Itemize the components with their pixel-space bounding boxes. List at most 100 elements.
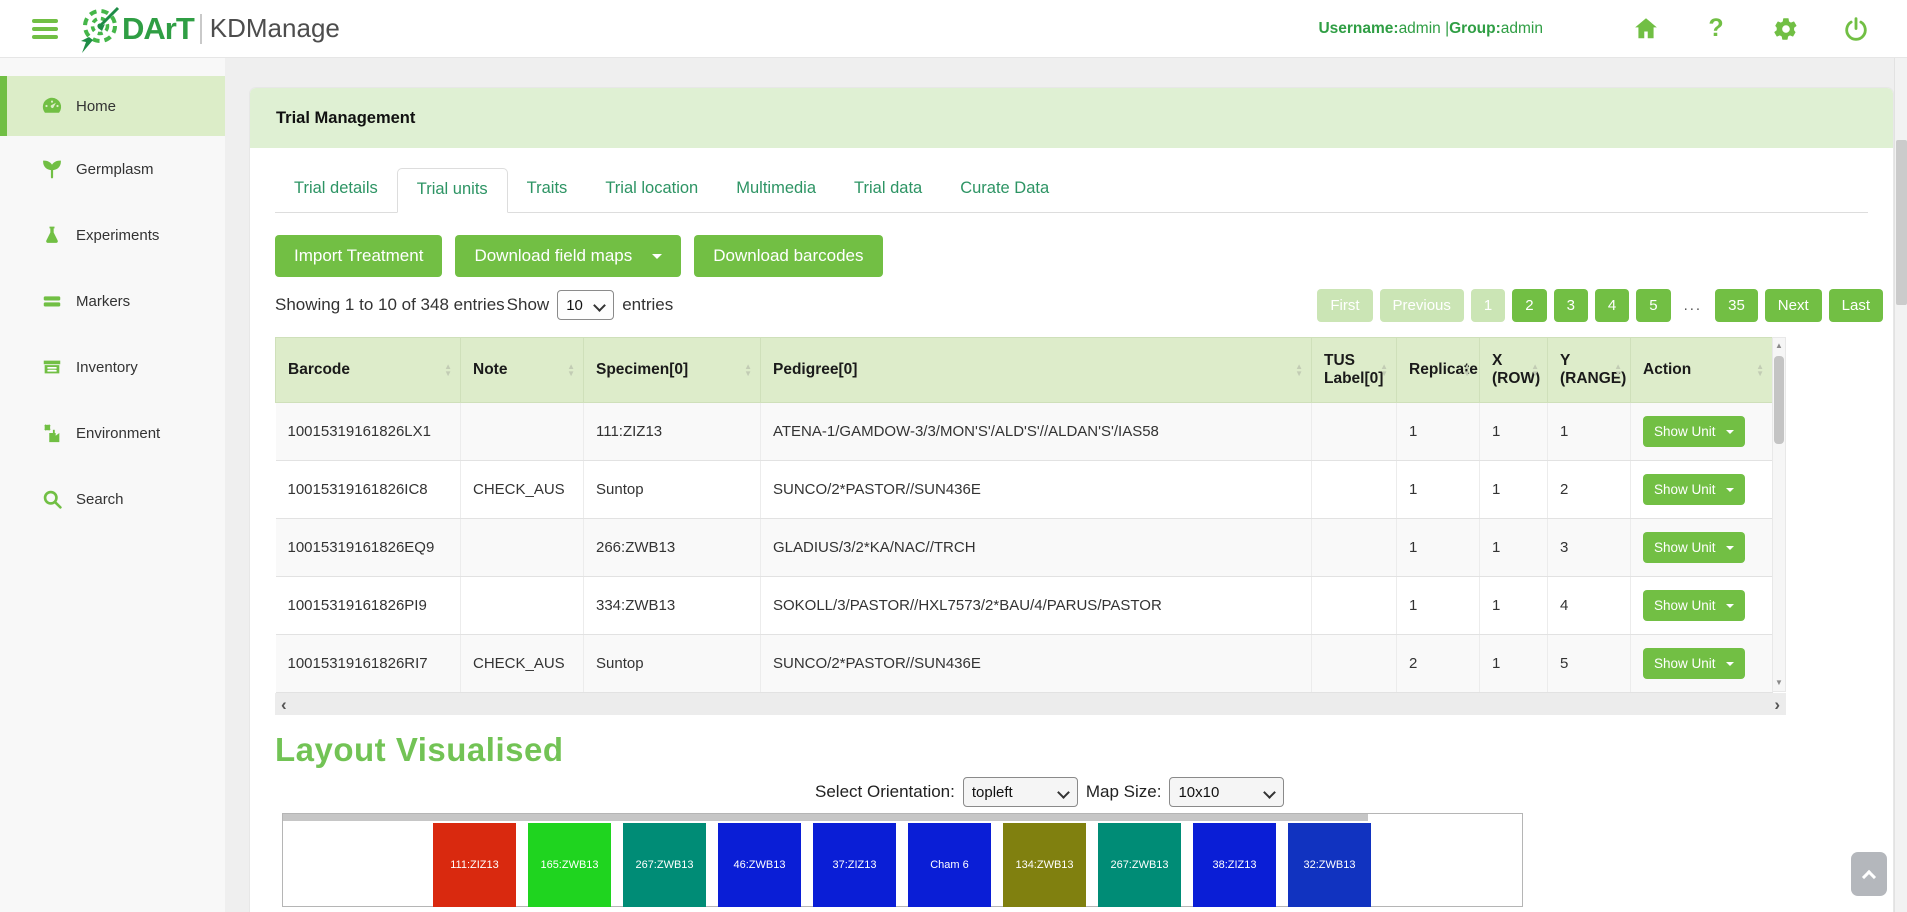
cell-y-range: 1: [1548, 403, 1631, 461]
tab-multimedia[interactable]: Multimedia: [717, 168, 835, 212]
tab-trial-data[interactable]: Trial data: [835, 168, 941, 212]
layout-tile[interactable]: 267:ZWB13: [1098, 823, 1181, 907]
column-header-x-row[interactable]: X (ROW)▲▼: [1480, 338, 1548, 403]
column-header-barcode[interactable]: Barcode▲▼: [276, 338, 461, 403]
show-unit-button[interactable]: Show Unit: [1643, 648, 1745, 679]
sidebar-item-label: Experiments: [76, 227, 159, 244]
layout-tile[interactable]: Cham 6: [908, 823, 991, 907]
cell-specimen: 266:ZWB13: [584, 519, 761, 577]
scrollbar-down-arrow-icon[interactable]: ▼: [1775, 675, 1783, 691]
show-unit-button[interactable]: Show Unit: [1643, 474, 1745, 505]
pagination-page-2-button[interactable]: 2: [1512, 289, 1546, 322]
layout-tile[interactable]: 134:ZWB13: [1003, 823, 1086, 907]
cell-x-row: 1: [1480, 577, 1548, 635]
column-header-note[interactable]: Note▲▼: [461, 338, 584, 403]
sidebar-item-experiments[interactable]: Experiments: [0, 202, 225, 268]
settings-gear-icon[interactable]: [1773, 16, 1799, 42]
sort-icon[interactable]: ▲▼: [567, 363, 575, 377]
column-header-replicate[interactable]: Replicate▲▼: [1397, 338, 1480, 403]
scrollbar-left-chevron-icon[interactable]: ‹: [281, 696, 287, 713]
pagination-page-4-button[interactable]: 4: [1595, 289, 1629, 322]
hamburger-menu-icon[interactable]: [32, 15, 58, 43]
sort-icon[interactable]: ▲▼: [1380, 363, 1388, 377]
tile-label: 267:ZWB13: [635, 859, 693, 871]
show-unit-button[interactable]: Show Unit: [1643, 590, 1745, 621]
sort-icon[interactable]: ▲▼: [1531, 363, 1539, 377]
column-header-specimen[interactable]: Specimen[0]▲▼: [584, 338, 761, 403]
cell-action: Show Unit: [1631, 403, 1773, 461]
layout-tile[interactable]: 111:ZIZ13: [433, 823, 516, 907]
sidebar-item-home[interactable]: Home: [0, 76, 225, 136]
tile-label: 37:ZIZ13: [832, 859, 876, 871]
pagination-page-3-button[interactable]: 3: [1554, 289, 1588, 322]
layout-tile[interactable]: 38:ZIZ13: [1193, 823, 1276, 907]
sort-icon[interactable]: ▲▼: [1614, 363, 1622, 377]
tab-trial-units[interactable]: Trial units: [397, 168, 508, 213]
power-logout-icon[interactable]: [1843, 16, 1869, 42]
tab-traits[interactable]: Traits: [508, 168, 587, 212]
layout-horizontal-scrollbar[interactable]: [283, 814, 1368, 821]
tile-label: 111:ZIZ13: [450, 859, 499, 871]
pagination-previous-button[interactable]: Previous: [1380, 289, 1464, 322]
sidebar-item-markers[interactable]: Markers: [0, 268, 225, 334]
page-scrollbar-thumb[interactable]: [1896, 140, 1907, 305]
orientation-select[interactable]: topleft: [963, 777, 1078, 807]
page-vertical-scrollbar[interactable]: [1894, 58, 1907, 912]
layout-tile[interactable]: 37:ZIZ13: [813, 823, 896, 907]
layout-tile[interactable]: 46:ZWB13: [718, 823, 801, 907]
show-label: Show: [507, 295, 550, 315]
main-panel: Trial Management Trial details Trial uni…: [250, 88, 1893, 912]
scrollbar-up-arrow-icon[interactable]: ▲: [1775, 338, 1783, 354]
show-unit-button[interactable]: Show Unit: [1643, 416, 1745, 447]
sort-icon[interactable]: ▲▼: [444, 363, 452, 377]
download-barcodes-button[interactable]: Download barcodes: [694, 235, 882, 277]
scrollbar-thumb[interactable]: [1774, 356, 1784, 444]
sort-icon[interactable]: ▲▼: [744, 363, 752, 377]
column-header-action[interactable]: Action▲▼: [1631, 338, 1773, 403]
pagination-page-5-button[interactable]: 5: [1636, 289, 1670, 322]
tile-label: 267:ZWB13: [1110, 859, 1168, 871]
pagination-first-button[interactable]: First: [1317, 289, 1372, 322]
tile-label: 32:ZWB13: [1304, 859, 1356, 871]
panel-body: Trial details Trial units Traits Trial l…: [250, 148, 1893, 907]
tab-curate-data[interactable]: Curate Data: [941, 168, 1068, 212]
pagination-page-1-button[interactable]: 1: [1471, 289, 1505, 322]
sort-icon[interactable]: ▲▼: [1756, 363, 1764, 377]
pagination-page-35-button[interactable]: 35: [1715, 289, 1758, 322]
layout-tile[interactable]: 267:ZWB13: [623, 823, 706, 907]
home-icon[interactable]: [1633, 16, 1659, 42]
download-field-maps-button[interactable]: Download field maps: [455, 235, 681, 277]
scrollbar-right-chevron-icon[interactable]: ›: [1774, 696, 1780, 713]
column-header-y-range[interactable]: Y (RANGE)▲▼: [1548, 338, 1631, 403]
pagination-next-button[interactable]: Next: [1765, 289, 1822, 322]
layout-tile[interactable]: 165:ZWB13: [528, 823, 611, 907]
scroll-to-top-button[interactable]: [1851, 852, 1887, 896]
page-size-select[interactable]: 10: [557, 290, 614, 320]
help-icon[interactable]: ?: [1703, 16, 1729, 42]
table-vertical-scrollbar[interactable]: ▲ ▼: [1772, 337, 1786, 692]
import-treatment-button[interactable]: Import Treatment: [275, 235, 442, 277]
cell-x-row: 1: [1480, 519, 1548, 577]
cell-note: [461, 403, 584, 461]
column-header-tus-label[interactable]: TUS Label[0]▲▼: [1312, 338, 1397, 403]
map-size-select[interactable]: 10x10: [1169, 777, 1284, 807]
sidebar-item-environment[interactable]: Environment: [0, 400, 225, 466]
sidebar-item-germplasm[interactable]: Germplasm: [0, 136, 225, 202]
tab-trial-details[interactable]: Trial details: [275, 168, 397, 212]
tab-trial-location[interactable]: Trial location: [586, 168, 717, 212]
sidebar-item-search[interactable]: Search: [0, 466, 225, 532]
tile-label: 134:ZWB13: [1015, 859, 1073, 871]
layout-tile[interactable]: 32:ZWB13: [1288, 823, 1371, 907]
sidebar-item-inventory[interactable]: Inventory: [0, 334, 225, 400]
show-unit-button[interactable]: Show Unit: [1643, 532, 1745, 563]
table-horizontal-scrollbar[interactable]: ‹ ›: [275, 693, 1786, 715]
sort-icon[interactable]: ▲▼: [1463, 363, 1471, 377]
column-header-pedigree[interactable]: Pedigree[0]▲▼: [761, 338, 1312, 403]
pagination-last-button[interactable]: Last: [1829, 289, 1883, 322]
archive-box-icon: [40, 355, 64, 379]
sidebar-item-label: Search: [76, 491, 124, 508]
app-logo[interactable]: DArT KDManage: [76, 4, 340, 54]
cell-replicate: 1: [1397, 403, 1480, 461]
sort-icon[interactable]: ▲▼: [1295, 363, 1303, 377]
cell-y-range: 2: [1548, 461, 1631, 519]
